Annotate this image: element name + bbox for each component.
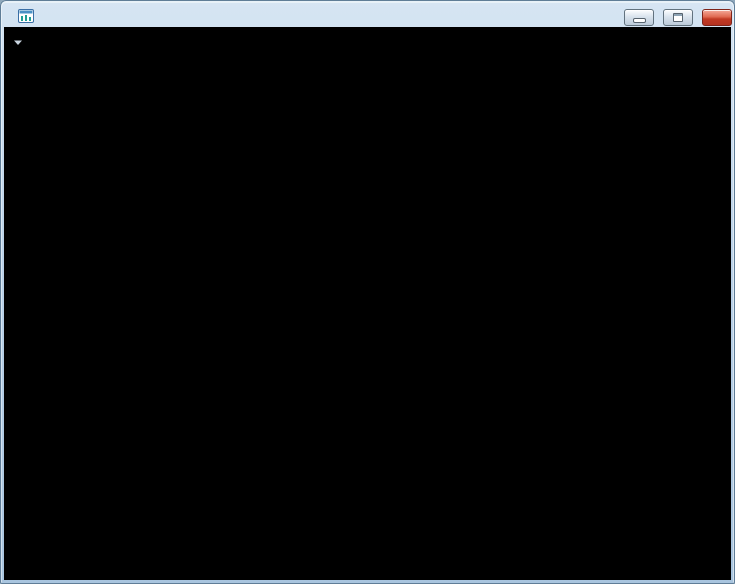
symbol-dropdown-icon[interactable]: [14, 40, 22, 46]
chart-window: [0, 0, 735, 584]
window-titlebar[interactable]: [0, 0, 735, 27]
close-button[interactable]: [702, 9, 732, 26]
restore-button[interactable]: [663, 9, 693, 26]
chart-canvas[interactable]: [4, 27, 731, 580]
minimize-icon: [632, 17, 646, 23]
chart-client-area: [4, 27, 731, 580]
window-controls: [624, 9, 732, 26]
chart-window-icon[interactable]: [18, 8, 34, 24]
minimize-button[interactable]: [624, 9, 654, 26]
restore-icon: [673, 13, 683, 22]
